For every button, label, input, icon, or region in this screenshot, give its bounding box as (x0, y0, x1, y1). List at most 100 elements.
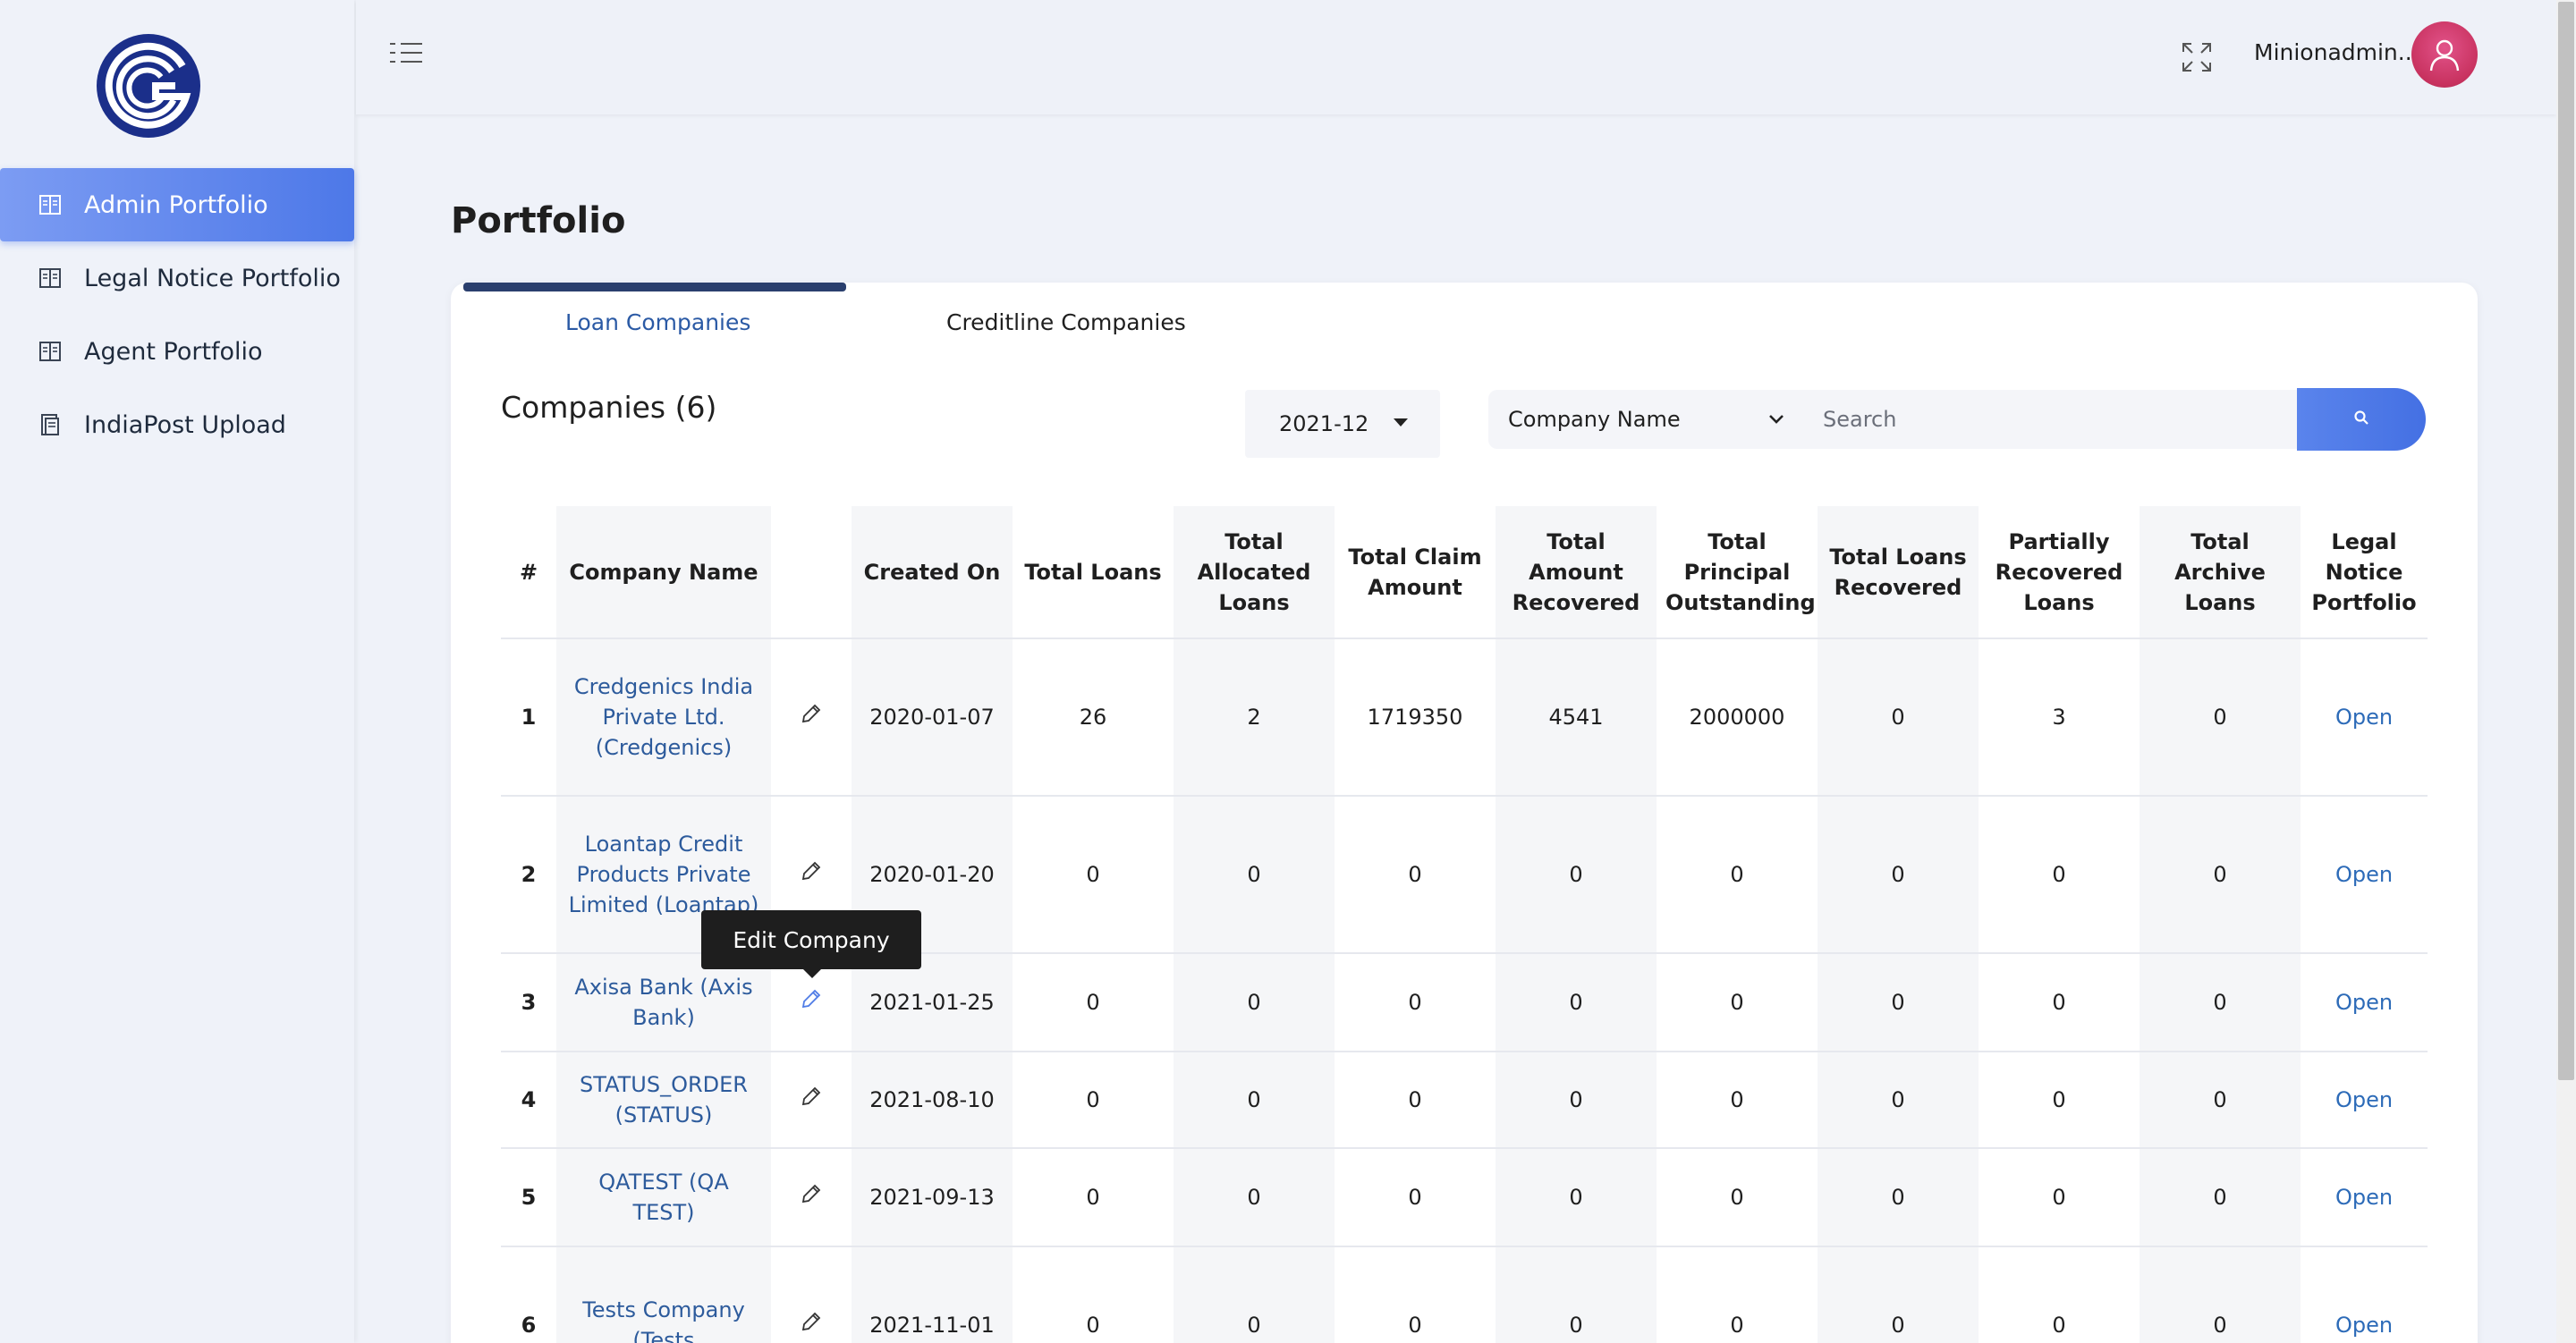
col-header-total-archive-loans[interactable]: Total Archive Loans (2140, 506, 2301, 639)
legal-notice-open-link[interactable]: Open (2301, 1246, 2428, 1343)
created-on: 2020-01-07 (852, 638, 1013, 797)
total-allocated-loans: 2 (1174, 638, 1335, 797)
edit-pencil-icon[interactable] (800, 859, 823, 883)
sidebar-item-label: Legal Notice Portfolio (84, 264, 341, 292)
table-header-row: # Company Name Created On Total Loans To… (501, 506, 2428, 639)
avatar-icon[interactable] (2411, 21, 2478, 88)
col-header-total-claim-amount[interactable]: Total Claim Amount (1335, 506, 1496, 639)
company-name-link[interactable]: Credgenics India Private Ltd. (Credgenic… (556, 638, 771, 797)
col-header-legal-notice-portfolio: Legal Notice Portfolio (2301, 506, 2428, 639)
edit-pencil-icon[interactable] (800, 702, 823, 725)
total-loans: 0 (1013, 1052, 1174, 1149)
edit-pencil-icon[interactable] (800, 1182, 823, 1205)
total-claim-amount: 0 (1335, 1246, 1496, 1343)
legal-notice-open-link[interactable]: Open (2301, 1148, 2428, 1247)
total-amount-recovered: 0 (1496, 796, 1657, 954)
edit-company-tooltip: Edit Company (701, 910, 921, 978)
sidebar-item-label: IndiaPost Upload (84, 410, 286, 439)
company-name-link[interactable]: QATEST (QA TEST) (556, 1148, 771, 1247)
total-allocated-loans: 0 (1174, 1052, 1335, 1149)
col-header-total-amount-recovered[interactable]: Total Amount Recovered (1496, 506, 1657, 639)
row-index: 6 (501, 1246, 556, 1343)
total-archive-loans: 0 (2140, 1148, 2301, 1247)
partially-recovered-loans: 3 (1979, 638, 2140, 797)
total-archive-loans: 0 (2140, 1052, 2301, 1149)
created-on: 2021-08-10 (852, 1052, 1013, 1149)
total-archive-loans: 0 (2140, 638, 2301, 797)
total-claim-amount: 0 (1335, 953, 1496, 1052)
sidebar-item-legal-notice-portfolio[interactable]: Legal Notice Portfolio (0, 241, 354, 315)
total-archive-loans: 0 (2140, 953, 2301, 1052)
total-claim-amount: 1719350 (1335, 638, 1496, 797)
month-select[interactable]: 2021-12 (1245, 390, 1440, 458)
search-input[interactable] (1800, 390, 2302, 449)
caret-down-icon (1394, 418, 1408, 427)
total-archive-loans: 0 (2140, 1246, 2301, 1343)
edit-pencil-icon[interactable] (800, 987, 823, 1010)
sidebar-item-admin-portfolio[interactable]: Admin Portfolio (0, 168, 354, 241)
edit-pencil-icon[interactable] (800, 1310, 823, 1333)
legal-notice-open-link[interactable]: Open (2301, 796, 2428, 954)
company-name-link[interactable]: STATUS_ORDER (STATUS) (556, 1052, 771, 1149)
total-claim-amount: 0 (1335, 796, 1496, 954)
edit-pencil-icon[interactable] (800, 1085, 823, 1108)
scrollbar-thumb[interactable] (2558, 2, 2574, 1080)
logo-icon[interactable] (93, 30, 204, 141)
sidebar-item-label: Agent Portfolio (84, 337, 263, 366)
total-archive-loans: 0 (2140, 796, 2301, 954)
edit-cell (771, 1052, 852, 1149)
chevron-down-icon (1766, 408, 1787, 429)
partially-recovered-loans: 0 (1979, 1148, 2140, 1247)
total-loans: 0 (1013, 953, 1174, 1052)
total-claim-amount: 0 (1335, 1148, 1496, 1247)
companies-count-title: Companies (6) (501, 390, 717, 425)
legal-notice-open-link[interactable]: Open (2301, 638, 2428, 797)
partially-recovered-loans: 0 (1979, 953, 2140, 1052)
total-loans: 26 (1013, 638, 1174, 797)
legal-notice-open-link[interactable]: Open (2301, 953, 2428, 1052)
search-button[interactable] (2297, 388, 2426, 451)
total-amount-recovered: 0 (1496, 953, 1657, 1052)
total-loans-recovered: 0 (1818, 1148, 1979, 1247)
col-header-total-principal-outstanding[interactable]: Total Principal Outstanding (1657, 506, 1818, 639)
book-icon (38, 266, 63, 291)
total-principal-outstanding: 0 (1657, 1246, 1818, 1343)
total-amount-recovered: 0 (1496, 1246, 1657, 1343)
col-header-company-name[interactable]: Company Name (556, 506, 771, 639)
book-icon (38, 339, 63, 364)
total-amount-recovered: 4541 (1496, 638, 1657, 797)
fullscreen-icon[interactable] (2181, 41, 2213, 73)
book-icon (38, 192, 63, 217)
col-header-edit (771, 506, 852, 639)
partially-recovered-loans: 0 (1979, 1052, 2140, 1149)
total-loans: 0 (1013, 796, 1174, 954)
col-header-total-allocated-loans[interactable]: Total Allocated Loans (1174, 506, 1335, 639)
partially-recovered-loans: 0 (1979, 796, 2140, 954)
total-principal-outstanding: 0 (1657, 1148, 1818, 1247)
total-allocated-loans: 0 (1174, 1246, 1335, 1343)
col-header-created-on[interactable]: Created On (852, 506, 1013, 639)
col-header-partially-recovered-loans[interactable]: Partially Recovered Loans (1979, 506, 2140, 639)
table-row: 1 Credgenics India Private Ltd. (Credgen… (501, 638, 2428, 797)
col-header-total-loans-recovered[interactable]: Total Loans Recovered (1818, 506, 1979, 639)
total-claim-amount: 0 (1335, 1052, 1496, 1149)
total-loans-recovered: 0 (1818, 953, 1979, 1052)
menu-toggle-icon[interactable] (388, 39, 424, 66)
tab-creditline-companies[interactable]: Creditline Companies (946, 309, 1186, 335)
edit-cell (771, 638, 852, 797)
page-scrollbar[interactable] (2556, 0, 2576, 1343)
col-header-total-loans[interactable]: Total Loans (1013, 506, 1174, 639)
sidebar-item-agent-portfolio[interactable]: Agent Portfolio (0, 315, 354, 388)
partially-recovered-loans: 0 (1979, 1246, 2140, 1343)
tab-loan-companies[interactable]: Loan Companies (565, 309, 750, 335)
total-principal-outstanding: 0 (1657, 953, 1818, 1052)
search-field-select[interactable]: Company Name (1488, 390, 1800, 449)
row-index: 2 (501, 796, 556, 954)
legal-notice-open-link[interactable]: Open (2301, 1052, 2428, 1149)
total-allocated-loans: 0 (1174, 796, 1335, 954)
user-name[interactable]: Minionadmin.. (2254, 39, 2412, 65)
total-principal-outstanding: 2000000 (1657, 638, 1818, 797)
sidebar-item-indiapost-upload[interactable]: IndiaPost Upload (0, 388, 354, 461)
sidebar-item-label: Admin Portfolio (84, 190, 268, 219)
company-name-link[interactable]: Tests Company (Tests (556, 1246, 771, 1343)
